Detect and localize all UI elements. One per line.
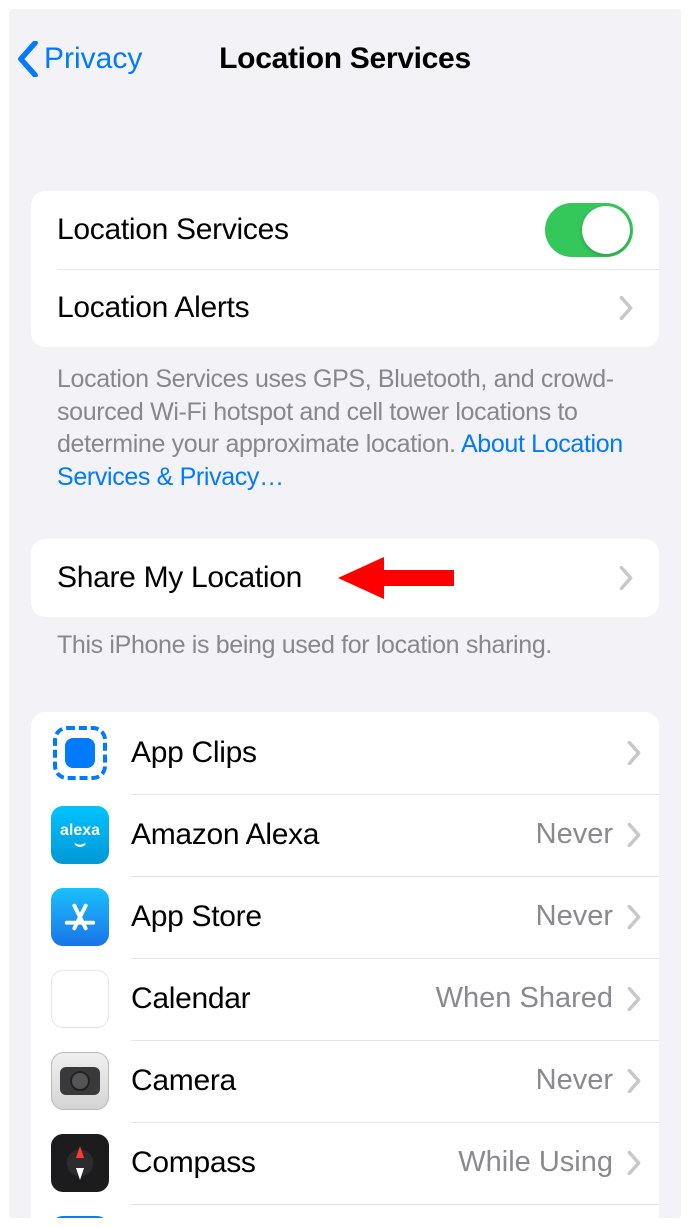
app-value: Never	[536, 1064, 613, 1097]
appstore-icon	[51, 888, 109, 946]
app-label: Amazon Alexa	[131, 818, 536, 852]
location-services-label: Location Services	[57, 213, 545, 247]
app-row-facebook[interactable]: fFacebookWhen Shared	[31, 1204, 659, 1219]
back-label: Privacy	[44, 42, 142, 76]
app-value: While Using	[458, 1146, 613, 1179]
group-apps: App ClipsalexaAmazon AlexaNeverApp Store…	[31, 712, 659, 1219]
chevron-right-icon	[619, 296, 633, 320]
location-alerts-row[interactable]: Location Alerts	[31, 269, 659, 347]
group-share: Share My Location	[31, 539, 659, 617]
app-value: Never	[536, 900, 613, 933]
app-label: Compass	[131, 1146, 458, 1180]
app-label: Camera	[131, 1064, 536, 1098]
chevron-right-icon	[627, 1069, 641, 1093]
share-my-location-row[interactable]: Share My Location	[31, 539, 659, 617]
share-my-location-label: Share My Location	[57, 561, 619, 595]
app-row-alexa[interactable]: alexa Amazon AlexaNever	[31, 794, 659, 876]
back-button[interactable]: Privacy	[9, 41, 142, 77]
chevron-right-icon	[627, 823, 641, 847]
location-footer-text: Location Services uses GPS, Bluetooth, a…	[31, 347, 659, 493]
navbar: Privacy Location Services	[9, 9, 681, 109]
group-location: Location Services Location Alerts	[31, 191, 659, 347]
chevron-right-icon	[627, 741, 641, 765]
chevron-left-icon	[17, 41, 39, 77]
app-label: App Clips	[131, 736, 627, 770]
chevron-right-icon	[627, 1151, 641, 1175]
app-value: When Shared	[436, 982, 613, 1015]
camera-icon	[51, 1052, 109, 1110]
app-row-compass[interactable]: CompassWhile Using	[31, 1122, 659, 1204]
app-row-appclips[interactable]: App Clips	[31, 712, 659, 794]
app-row-appstore[interactable]: App StoreNever	[31, 876, 659, 958]
location-services-toggle[interactable]	[545, 203, 633, 257]
location-services-row[interactable]: Location Services	[31, 191, 659, 269]
appclips-icon	[51, 724, 109, 782]
alexa-icon: alexa	[51, 806, 109, 864]
app-label: Calendar	[131, 982, 436, 1016]
app-row-calendar[interactable]: CalendarWhen Shared	[31, 958, 659, 1040]
app-value: Never	[536, 818, 613, 851]
app-row-camera[interactable]: CameraNever	[31, 1040, 659, 1122]
facebook-icon: f	[51, 1216, 109, 1219]
location-alerts-label: Location Alerts	[57, 291, 619, 325]
calendar-icon	[51, 970, 109, 1028]
chevron-right-icon	[627, 905, 641, 929]
chevron-right-icon	[627, 987, 641, 1011]
app-label: App Store	[131, 900, 536, 934]
compass-icon	[51, 1134, 109, 1192]
share-footer-text: This iPhone is being used for location s…	[31, 617, 659, 662]
chevron-right-icon	[619, 566, 633, 590]
